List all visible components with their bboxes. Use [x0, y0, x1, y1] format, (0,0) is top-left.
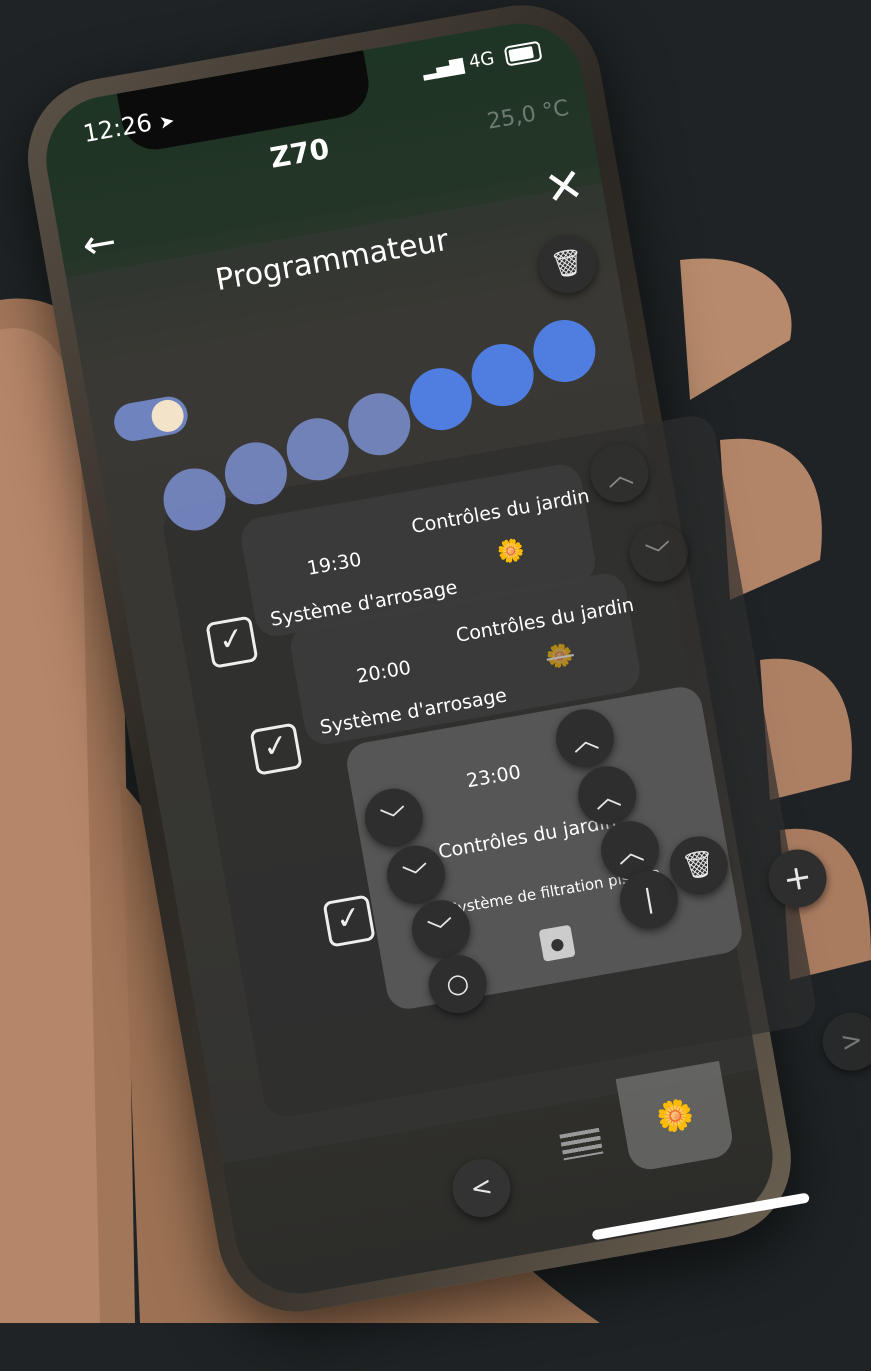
- flower-icon: 🌼: [495, 537, 527, 567]
- flower-off-icon: 🌼: [544, 642, 576, 672]
- network-label: 4G: [467, 47, 496, 73]
- chevron-left-icon: <: [468, 1171, 495, 1205]
- trash-icon: 🗑: [548, 246, 587, 282]
- flower-icon: 🌼: [654, 1096, 697, 1138]
- chevron-right-icon: >: [838, 1024, 865, 1059]
- garden-tab[interactable]: 🌼: [615, 1060, 736, 1173]
- entry-2-category: Contrôles du jardin: [454, 593, 636, 647]
- phone: 12:26 ➤ ▂▄▆ 4G Z70 25,0 °C ← Programmate…: [0, 0, 871, 1371]
- entry-3-checkbox[interactable]: ✓: [322, 894, 376, 948]
- entry-3-time: 23:00: [464, 761, 523, 793]
- trash-icon: 🗑: [679, 847, 718, 884]
- entry-1-checkbox[interactable]: ✓: [205, 615, 259, 669]
- plus-icon: +: [780, 856, 816, 901]
- entry-2-checkbox[interactable]: ✓: [249, 722, 303, 776]
- entry-2-time: 20:00: [354, 656, 413, 688]
- next-page-button[interactable]: >: [818, 1007, 871, 1076]
- toggle-knob: [149, 397, 187, 435]
- socket-icon: ●: [538, 924, 576, 962]
- entry-1-category: Contrôles du jardin: [409, 485, 592, 539]
- entry-1-time: 19:30: [305, 548, 364, 580]
